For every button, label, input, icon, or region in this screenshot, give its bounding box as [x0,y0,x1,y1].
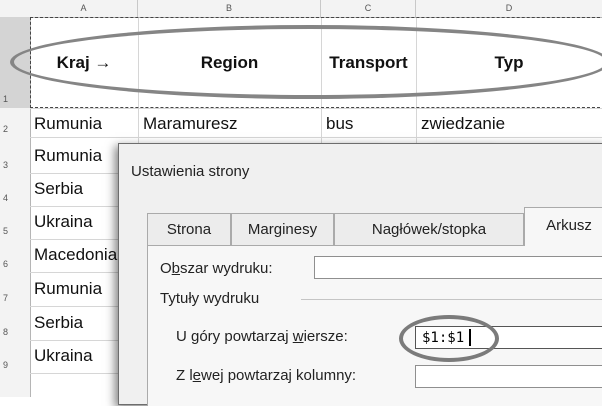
column-header-bar: A B C D [0,0,602,18]
dialog-title: Ustawienia strony [131,163,250,180]
row-number-1[interactable]: 1 [0,94,30,104]
cell-c2[interactable]: bus [326,114,353,134]
row-number-4[interactable]: 4 [0,193,30,203]
row-number-7[interactable]: 7 [0,293,30,303]
tab-strona[interactable]: Strona [147,213,231,245]
column-header-d[interactable]: D [416,0,602,17]
cell-a5[interactable]: Ukraina [34,212,120,232]
cell-a7[interactable]: Rumunia [34,279,120,299]
print-area-input[interactable] [314,256,602,279]
group-divider [301,299,602,300]
cell-a4[interactable]: Serbia [34,179,120,199]
grid-line [30,137,602,138]
cell-a3[interactable]: Rumunia [34,146,120,166]
column-header-c[interactable]: C [321,0,416,17]
row-number-8[interactable]: 8 [0,327,30,337]
print-titles-group-label: Tytuły wydruku [160,290,260,307]
print-area-label: Obszar wydruku: [160,260,273,277]
row-number-9[interactable]: 9 [0,360,30,370]
row-number-5[interactable]: 5 [0,226,30,236]
column-header-b[interactable]: B [138,0,321,17]
tab-arkusz[interactable]: Arkusz [524,207,602,246]
cell-a6[interactable]: Macedonia [34,245,118,265]
columns-to-repeat-label: Z lewej powtarzaj kolumny: [176,367,357,384]
highlight-ellipse [10,25,602,99]
page-setup-dialog: Ustawienia strony Strona Marginesy Nagłó… [118,143,602,406]
row-number-3[interactable]: 3 [0,160,30,170]
cell-a2[interactable]: Rumunia [34,114,102,134]
rows-to-repeat-label: U góry powtarzaj wiersze: [176,328,348,345]
cell-b2[interactable]: Maramuresz [143,114,237,134]
grid-line [30,108,602,109]
row-number-6[interactable]: 6 [0,259,30,269]
cell-a8[interactable]: Serbia [34,313,120,333]
highlight-circle [399,315,499,362]
cell-a9[interactable]: Ukraina [34,346,120,366]
tab-marginesy[interactable]: Marginesy [231,213,334,245]
column-header-a[interactable]: A [30,0,138,17]
columns-to-repeat-input[interactable] [415,365,602,388]
row-number-2[interactable]: 2 [0,124,30,134]
tab-naglowek-stopka[interactable]: Nagłówek/stopka [334,213,524,245]
cell-d2[interactable]: zwiedzanie [421,114,505,134]
